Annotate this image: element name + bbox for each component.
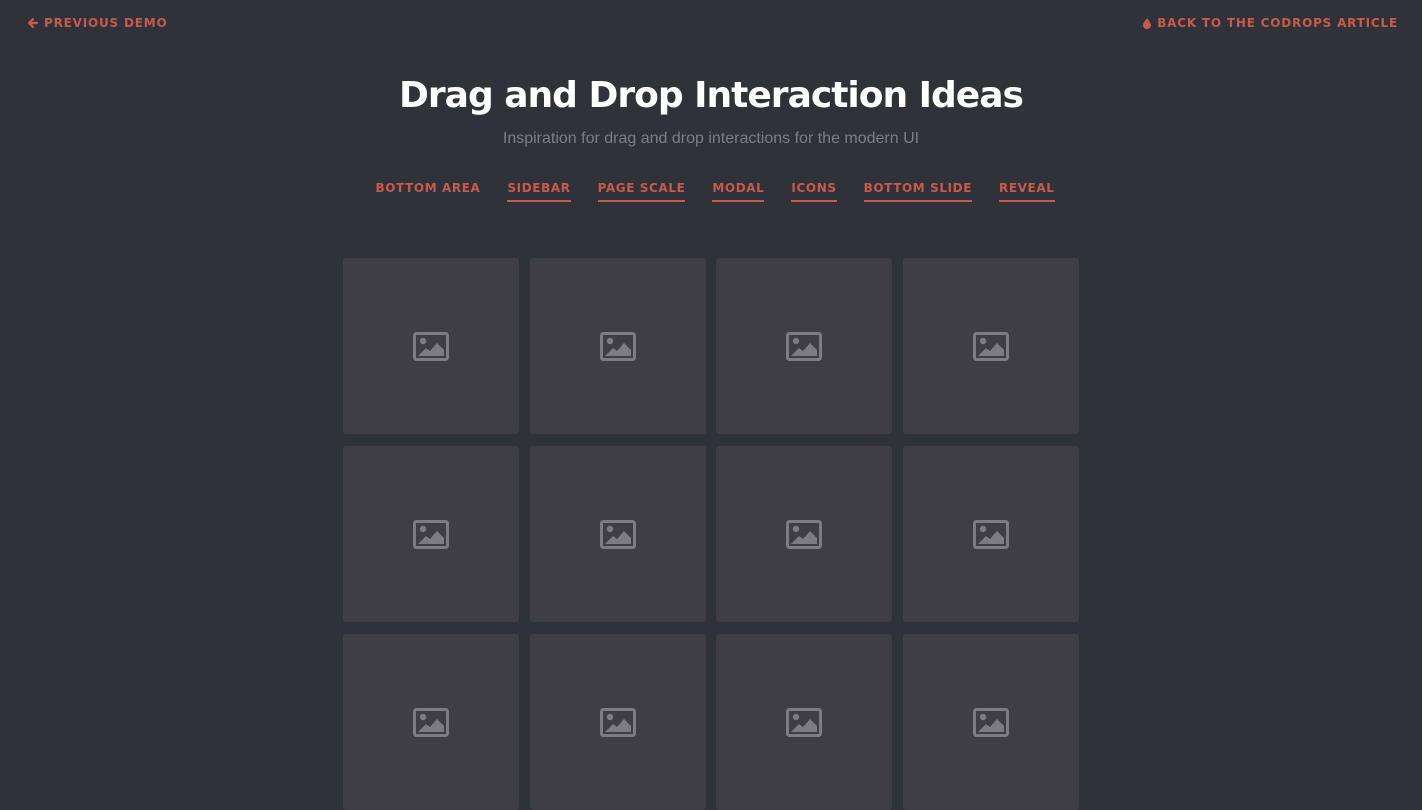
nav-item-bottom-area[interactable]: BOTTOM AREA	[376, 181, 481, 202]
arrow-left-icon	[28, 18, 38, 28]
grid-item[interactable]	[343, 634, 519, 810]
previous-demo-label: PREVIOUS DEMO	[44, 16, 168, 30]
nav-item-bottom-slide[interactable]: BOTTOM SLIDE	[863, 181, 973, 202]
previous-demo-link[interactable]: PREVIOUS DEMO	[28, 16, 167, 30]
back-to-article-label: BACK TO THE CODROPS ARTICLE	[1157, 16, 1398, 30]
top-bar: PREVIOUS DEMO BACK TO THE CODROPS ARTICL…	[0, 0, 1422, 48]
back-to-article-link[interactable]: BACK TO THE CODROPS ARTICLE	[1143, 16, 1398, 30]
grid-item[interactable]	[529, 634, 706, 810]
demo-nav: BOTTOM AREA SIDEBAR PAGE SCALE MODAL ICO…	[0, 181, 1422, 202]
image-icon	[413, 331, 449, 361]
grid-item[interactable]	[716, 634, 893, 810]
image-icon	[972, 331, 1009, 361]
image-icon	[786, 331, 823, 361]
image-icon	[413, 519, 449, 549]
image-icon	[972, 707, 1009, 737]
grid-item[interactable]	[902, 634, 1079, 810]
nav-item-sidebar[interactable]: SIDEBAR	[507, 181, 571, 202]
image-icon	[786, 519, 823, 549]
page-title: Drag and Drop Interaction Ideas	[399, 75, 1024, 116]
grid-item[interactable]	[902, 446, 1079, 622]
page-subtitle: Inspiration for drag and drop interactio…	[502, 130, 920, 147]
image-icon	[599, 707, 636, 737]
page-header: Drag and Drop Interaction Ideas Inspirat…	[0, 72, 1422, 150]
grid-item[interactable]	[529, 258, 706, 434]
drop-icon	[1143, 17, 1152, 29]
image-icon	[786, 707, 823, 737]
grid-item[interactable]	[716, 258, 893, 434]
image-grid	[343, 258, 1079, 810]
nav-item-page-scale[interactable]: PAGE SCALE	[597, 181, 686, 202]
nav-item-icons[interactable]: ICONS	[791, 181, 837, 202]
image-icon	[413, 707, 449, 737]
image-icon	[599, 331, 636, 361]
grid-item[interactable]	[902, 258, 1079, 434]
nav-item-reveal[interactable]: REVEAL	[999, 181, 1055, 202]
image-icon	[972, 519, 1009, 549]
nav-item-modal[interactable]: MODAL	[712, 181, 765, 202]
grid-item[interactable]	[716, 446, 893, 622]
grid-item[interactable]	[343, 258, 519, 434]
grid-item[interactable]	[529, 446, 706, 622]
image-icon	[599, 519, 636, 549]
grid-item[interactable]	[343, 446, 519, 622]
